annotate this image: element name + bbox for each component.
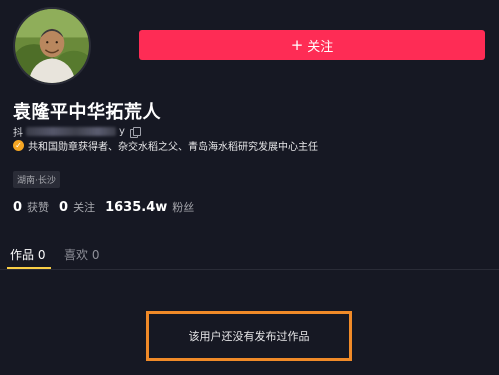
followers-stat[interactable]: 1635.4w 粉丝 (105, 199, 194, 215)
following-count: 0 (59, 200, 69, 215)
douyin-id-redacted (26, 127, 116, 136)
follow-button[interactable]: + 关注 (139, 30, 485, 60)
likes-label: 获赞 (27, 201, 50, 214)
likes-count: 0 (13, 200, 23, 215)
tab-likes[interactable]: 喜欢 0 (64, 246, 99, 263)
empty-state-message: 该用户还没有发布过作品 (188, 330, 310, 343)
verification-line: ✓ 共和国勋章获得者、杂交水稻之父、青岛海水稻研究发展中心主任 (13, 138, 318, 153)
tab-works[interactable]: 作品 0 (10, 246, 45, 263)
following-label: 关注 (73, 201, 96, 214)
plus-icon: + (290, 35, 304, 54)
avatar-photo (15, 9, 89, 83)
douyin-id-suffix: y (119, 126, 125, 137)
verified-badge-icon: ✓ (13, 140, 24, 151)
profile-screen: + 关注 袁隆平中华拓荒人 抖 y ✓ 共和国勋章获得者、杂交水稻之父、青岛海水… (0, 0, 499, 375)
likes-stat[interactable]: 0 获赞 (13, 199, 49, 215)
followers-label: 粉丝 (172, 201, 195, 214)
douyin-id-prefix: 抖 (13, 128, 23, 139)
avatar[interactable] (13, 7, 91, 85)
copy-icon[interactable] (129, 126, 141, 138)
empty-state-highlight: 该用户还没有发布过作品 (146, 311, 352, 361)
profile-name: 袁隆平中华拓荒人 (13, 102, 161, 123)
follow-button-label: 关注 (307, 39, 334, 55)
profile-stats: 0 获赞 0 关注 1635.4w 粉丝 (13, 199, 194, 215)
following-stat[interactable]: 0 关注 (59, 199, 95, 215)
content-tabs: 作品 0 喜欢 0 (0, 240, 499, 270)
verification-text: 共和国勋章获得者、杂交水稻之父、青岛海水稻研究发展中心主任 (28, 142, 318, 153)
location-tag: 湖南·长沙 (13, 171, 60, 188)
douyin-id: 抖 y (13, 124, 141, 139)
active-tab-indicator (7, 267, 51, 269)
followers-count: 1635.4w (105, 200, 168, 215)
